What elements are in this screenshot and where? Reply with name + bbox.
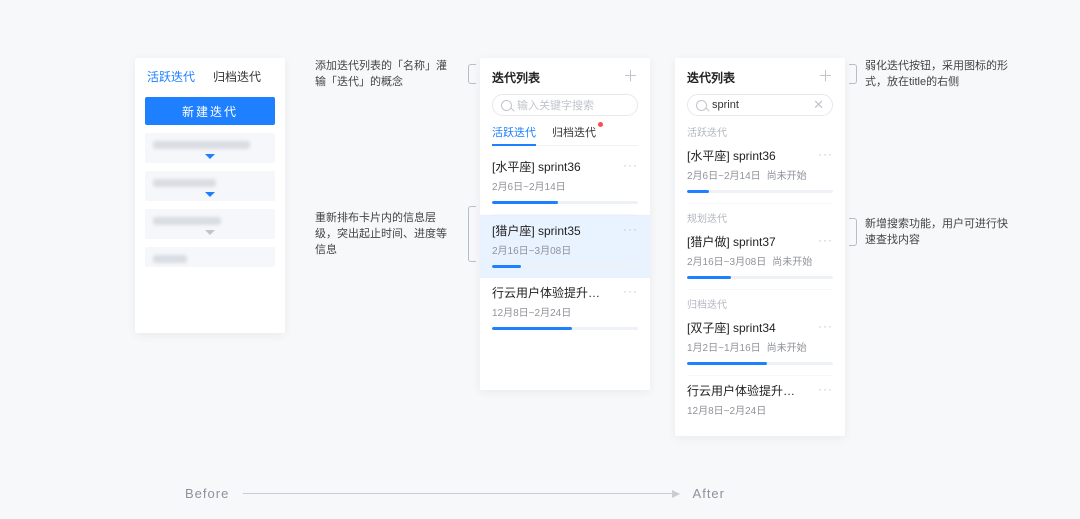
- before-panel: 活跃迭代 归档迭代 新建迭代: [135, 58, 285, 333]
- iteration-range: 1月2日~1月16日: [687, 339, 761, 354]
- list-item[interactable]: [145, 133, 275, 163]
- iteration-range: 2月16日~3月08日: [687, 253, 766, 268]
- more-icon[interactable]: ···: [623, 224, 638, 234]
- progress-track: [687, 190, 833, 193]
- annotation: 新增搜索功能，用户可进行快速查找内容: [865, 216, 1015, 248]
- new-iteration-button[interactable]: 新建迭代: [145, 97, 275, 125]
- progress-track: [492, 327, 638, 330]
- before-tabs: 活跃迭代 归档迭代: [145, 66, 275, 89]
- progress-fill: [492, 201, 558, 204]
- iteration-range: 2月6日~2月14日: [492, 178, 566, 193]
- bracket-icon: [468, 206, 476, 262]
- search-placeholder: 输入关键字搜索: [517, 97, 629, 113]
- subtab-active[interactable]: 活跃迭代: [492, 124, 536, 140]
- list-item[interactable]: [145, 247, 275, 267]
- iteration-range: 2月16日~3月08日: [492, 242, 571, 257]
- iteration-range: 12月8日~2月24日: [492, 304, 571, 319]
- iteration-card-selected[interactable]: [猎户座] sprint35 ··· 2月16日~3月08日: [480, 215, 650, 278]
- tab-archive[interactable]: 归档迭代: [213, 68, 261, 85]
- annotation: 弱化迭代按钮，采用图标的形式，放在title的右侧: [865, 58, 1015, 90]
- tab-active[interactable]: 活跃迭代: [147, 68, 195, 85]
- iteration-name: 行云用户体验提升的迭...: [687, 384, 807, 399]
- after-panel-2: 迭代列表 ＋ sprint ✕ 活跃迭代 [水平座] sprint36 ··· …: [675, 58, 845, 436]
- badge-dot-icon: [598, 122, 603, 127]
- iteration-range: 2月6日~2月14日: [687, 167, 761, 182]
- iteration-card[interactable]: 行云用户体验提升的迭... ··· 12月8日~2月24日: [687, 376, 833, 427]
- section-label: 规划迭代: [687, 210, 833, 225]
- bracket-icon: [849, 218, 857, 246]
- chevron-down-icon: [205, 230, 215, 235]
- iteration-name: [猎户座] sprint35: [492, 224, 581, 239]
- placeholder-text: [153, 217, 221, 225]
- list-item[interactable]: [145, 171, 275, 201]
- search-icon: [501, 100, 512, 111]
- iteration-name: 行云用户体验提升的迭...: [492, 286, 612, 301]
- list-item[interactable]: [145, 209, 275, 239]
- arrow-icon: [243, 493, 678, 494]
- progress-fill: [492, 327, 572, 330]
- iteration-status: 尚未开始: [772, 253, 812, 268]
- chevron-down-icon: [205, 154, 215, 159]
- panel-title: 迭代列表: [687, 69, 735, 86]
- after-panel-1: 迭代列表 ＋ 输入关键字搜索 活跃迭代 归档迭代 [水平座] sprint36 …: [480, 58, 650, 390]
- search-input[interactable]: sprint ✕: [687, 94, 833, 116]
- iteration-card[interactable]: [水平座] sprint36 ··· 2月6日~2月14日: [492, 152, 638, 215]
- add-icon[interactable]: ＋: [623, 70, 638, 84]
- panel-header: 迭代列表 ＋: [492, 68, 638, 86]
- progress-fill: [492, 265, 521, 268]
- bracket-icon: [468, 64, 476, 84]
- more-icon[interactable]: ···: [818, 321, 833, 331]
- placeholder-text: [153, 255, 187, 263]
- placeholder-text: [153, 141, 250, 149]
- iteration-name: [水平座] sprint36: [687, 149, 776, 164]
- iteration-card[interactable]: [猎户做] sprint37 ··· 2月16日~3月08日 尚未开始: [687, 227, 833, 290]
- search-icon: [696, 100, 707, 111]
- progress-track: [492, 201, 638, 204]
- iteration-name: [水平座] sprint36: [492, 160, 581, 175]
- section-label: 归档迭代: [687, 296, 833, 311]
- iteration-card[interactable]: [双子座] sprint34 ··· 1月2日~1月16日 尚未开始: [687, 313, 833, 376]
- progress-track: [687, 362, 833, 365]
- bracket-icon: [849, 64, 857, 84]
- search-value: sprint: [712, 99, 813, 111]
- iteration-name: [双子座] sprint34: [687, 321, 776, 336]
- progress-fill: [687, 276, 731, 279]
- more-icon[interactable]: ···: [818, 235, 833, 245]
- more-icon[interactable]: ···: [623, 286, 638, 296]
- iteration-name: [猎户做] sprint37: [687, 235, 776, 250]
- section-label: 活跃迭代: [687, 124, 833, 139]
- more-icon[interactable]: ···: [623, 160, 638, 170]
- after-label: After: [693, 486, 725, 501]
- subtab-archive[interactable]: 归档迭代: [552, 124, 596, 140]
- panel-title: 迭代列表: [492, 69, 540, 86]
- more-icon[interactable]: ···: [818, 384, 833, 394]
- add-icon[interactable]: ＋: [818, 70, 833, 84]
- iteration-card[interactable]: [水平座] sprint36 ··· 2月6日~2月14日 尚未开始: [687, 141, 833, 204]
- sub-tabs: 活跃迭代 归档迭代: [492, 124, 638, 146]
- annotation: 添加迭代列表的「名称」灌输「迭代」的概念: [315, 58, 455, 90]
- chevron-down-icon: [205, 192, 215, 197]
- progress-fill: [687, 362, 767, 365]
- before-label: Before: [185, 486, 229, 501]
- iteration-range: 12月8日~2月24日: [687, 402, 766, 417]
- panel-header: 迭代列表 ＋: [687, 68, 833, 86]
- iteration-status: 尚未开始: [767, 167, 807, 182]
- progress-fill: [687, 190, 709, 193]
- more-icon[interactable]: ···: [818, 149, 833, 159]
- iteration-status: 尚未开始: [767, 339, 807, 354]
- search-input[interactable]: 输入关键字搜索: [492, 94, 638, 116]
- annotation: 重新排布卡片内的信息层级，突出起止时间、进度等信息: [315, 210, 455, 258]
- progress-track: [492, 265, 638, 268]
- placeholder-text: [153, 179, 216, 187]
- iteration-card[interactable]: 行云用户体验提升的迭... ··· 12月8日~2月24日: [492, 278, 638, 340]
- clear-icon[interactable]: ✕: [813, 97, 824, 113]
- progress-track: [687, 276, 833, 279]
